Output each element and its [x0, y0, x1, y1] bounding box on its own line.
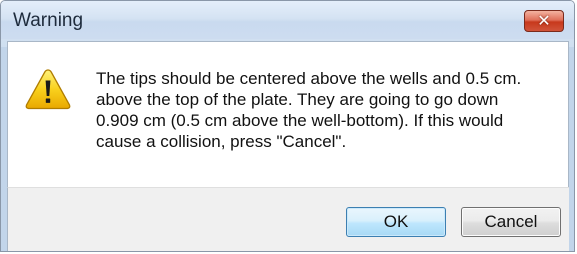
- dialog-content: The tips should be centered above the we…: [7, 41, 569, 187]
- warning-message: The tips should be centered above the we…: [96, 69, 522, 151]
- title-bar[interactable]: Warning ✕: [1, 1, 574, 39]
- ok-button[interactable]: OK: [346, 207, 446, 237]
- dialog-title: Warning: [13, 10, 84, 31]
- warning-icon: [25, 69, 71, 110]
- button-bar: OK Cancel: [7, 187, 569, 251]
- warning-dialog: Warning ✕ The tips should be centered ab…: [0, 0, 575, 252]
- close-icon: ✕: [537, 11, 551, 30]
- cancel-button[interactable]: Cancel: [461, 207, 561, 237]
- close-button[interactable]: ✕: [524, 10, 564, 32]
